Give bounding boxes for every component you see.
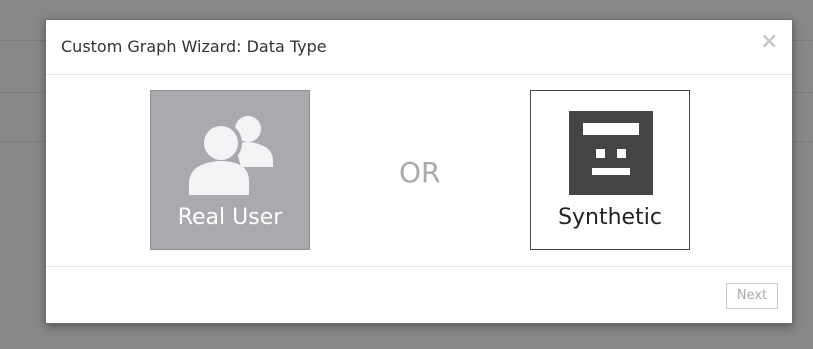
wizard-modal: Custom Graph Wizard: Data Type × Real Us… bbox=[45, 19, 793, 324]
or-separator: OR bbox=[399, 156, 441, 189]
modal-title: Custom Graph Wizard: Data Type bbox=[61, 37, 327, 56]
close-button[interactable]: × bbox=[760, 31, 778, 53]
real-user-option[interactable]: Real User bbox=[150, 90, 310, 250]
real-user-label: Real User bbox=[177, 205, 283, 230]
close-icon: × bbox=[760, 29, 779, 54]
modal-header: Custom Graph Wizard: Data Type × bbox=[46, 20, 792, 75]
synthetic-option[interactable]: Synthetic bbox=[530, 90, 690, 250]
users-icon bbox=[189, 116, 273, 199]
robot-icon bbox=[569, 111, 653, 195]
modal-footer: Next bbox=[46, 266, 792, 323]
modal-body: Real User OR Synthetic bbox=[46, 75, 792, 266]
next-button[interactable]: Next bbox=[726, 283, 778, 309]
synthetic-label: Synthetic bbox=[558, 205, 662, 230]
